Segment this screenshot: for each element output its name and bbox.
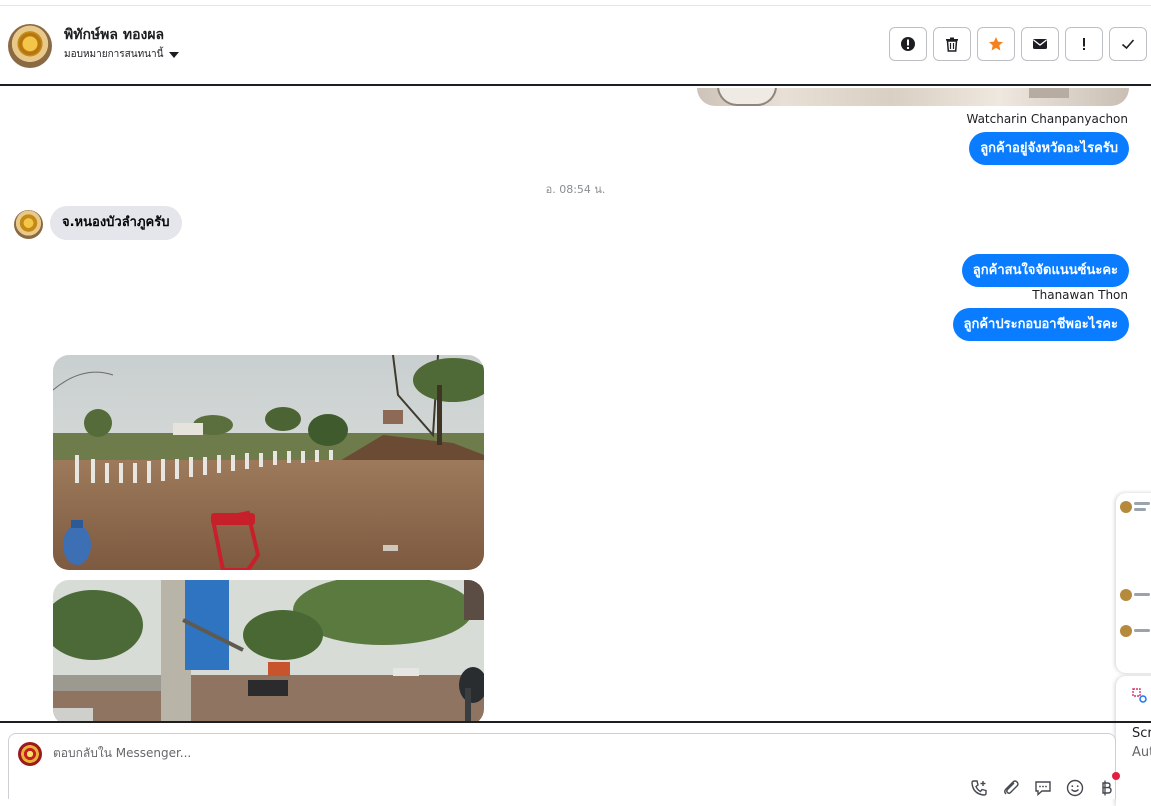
caret-down-icon [169,52,180,58]
notification-badge [1112,772,1120,780]
call-button[interactable] [969,778,989,798]
paperclip-icon [1004,780,1019,795]
outgoing-message[interactable]: ลูกค้าสนใจจัดแนนซ์นะคะ [961,254,1129,287]
check-icon [1121,39,1135,50]
incoming-message[interactable]: จ.หนองบัวลำภูครับ [50,206,182,240]
preview-line [1134,508,1146,511]
assign-conversation-dropdown[interactable]: มอบหมายการสนทนานี้ [64,47,180,62]
sender-name: Watcharin Chanpanyachon [966,112,1128,126]
preview-avatar [1120,501,1132,513]
side-card[interactable]: Scr Aut [1116,676,1151,806]
exclamation-icon [1083,38,1085,50]
preview-avatar [1120,589,1132,601]
preview-line [1134,593,1150,596]
star-button[interactable] [977,27,1015,61]
contact-avatar-small[interactable] [14,210,43,239]
outgoing-message[interactable]: ลูกค้าอยู่จังหวัดอะไรครับ [969,132,1129,165]
image-attachment[interactable] [53,355,484,570]
contact-avatar[interactable] [8,24,52,68]
image-attachment[interactable] [53,580,484,721]
previous-image-attachment[interactable] [697,88,1129,106]
preview-line [1134,629,1150,632]
saved-replies-button[interactable] [1033,778,1053,798]
attach-button[interactable] [1001,778,1021,798]
message-thread[interactable]: Watcharin Chanpanyachon ลูกค้าอยู่จังหวั… [0,88,1151,721]
emoji-button[interactable] [1065,778,1085,798]
star-icon [989,37,1003,51]
envelope-icon [1033,39,1047,49]
conversation-header: พิทักษ์พล ทองผล มอบหมายการสนทนานี้ [0,6,1151,86]
sender-name: Thanawan Thon [1032,288,1128,302]
speech-bubble-icon [1035,781,1051,797]
floating-chat-preview[interactable] [1116,493,1151,673]
preview-avatar [1120,625,1132,637]
side-card-subtitle: Aut [1132,745,1151,760]
app-icon [1132,688,1147,703]
exclamation-circle-icon [901,37,915,51]
phone-plus-icon [971,780,987,796]
delete-button[interactable] [933,27,971,61]
composer-tools [969,778,1117,798]
smiley-icon [1066,779,1084,797]
side-card-title: Scr [1132,726,1151,741]
reply-composer [8,733,1116,799]
done-button[interactable] [1109,27,1147,61]
preview-line [1134,502,1150,505]
outgoing-message[interactable]: ลูกค้าประกอบอาชีพอะไรคะ [952,308,1129,341]
report-button[interactable] [889,27,927,61]
payment-button[interactable] [1097,778,1117,798]
follow-up-button[interactable] [1065,27,1103,61]
mark-unread-button[interactable] [1021,27,1059,61]
composer-divider [0,721,1151,723]
contact-name[interactable]: พิทักษ์พล ทองผล [64,24,164,46]
assign-label: มอบหมายการสนทนานี้ [64,49,164,60]
page-avatar [18,742,42,766]
message-timestamp: อ. 08:54 น. [545,183,606,196]
baht-icon [1102,780,1112,796]
reply-input[interactable] [53,746,653,760]
trash-icon [946,37,958,52]
header-actions [889,27,1147,61]
